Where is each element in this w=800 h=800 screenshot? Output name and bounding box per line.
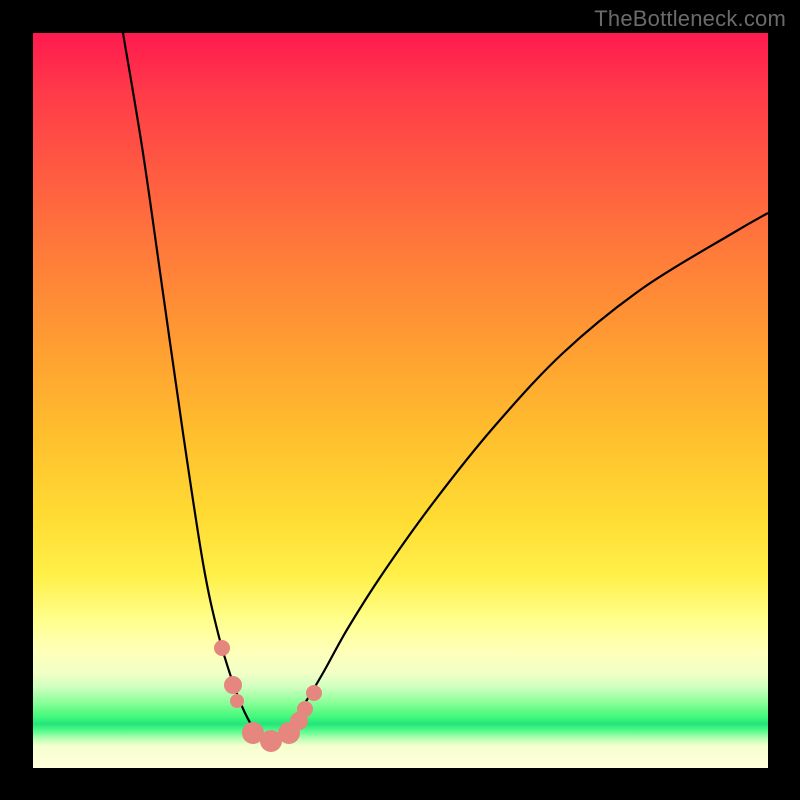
chart-frame: TheBottleneck.com	[0, 0, 800, 800]
bottleneck-curve	[123, 33, 768, 741]
trough-marker	[214, 640, 230, 656]
watermark-text: TheBottleneck.com	[594, 6, 786, 32]
trough-marker	[297, 701, 313, 717]
trough-marker	[224, 676, 242, 694]
curve-layer	[33, 33, 768, 768]
trough-markers	[214, 640, 322, 752]
trough-marker	[306, 685, 322, 701]
plot-area	[33, 33, 768, 768]
trough-marker	[230, 694, 244, 708]
